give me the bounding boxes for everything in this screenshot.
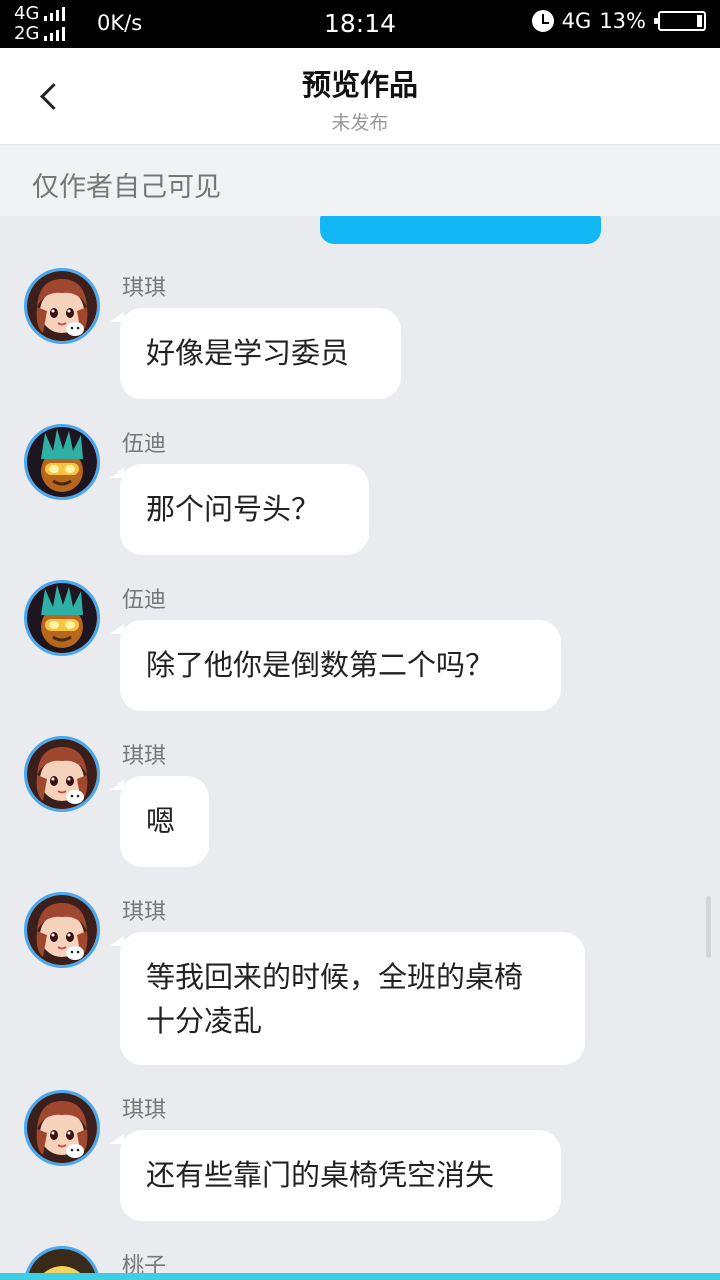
visibility-notice-text: 仅作者自己可见 [32, 172, 221, 203]
scrollbar[interactable] [706, 896, 711, 958]
sender-name: 琪琪 [122, 744, 167, 769]
alarm-icon [531, 10, 554, 32]
sender-name: 桃子 [122, 1254, 167, 1274]
taozi-avatar[interactable] [24, 1246, 100, 1274]
header: 预览作品 未发布 [0, 48, 720, 144]
message-bubble[interactable]: 还有些靠门的桌椅凭空消失 [110, 1130, 561, 1221]
page-title: 预览作品 [301, 68, 418, 102]
status-right: 4G 13% [531, 9, 706, 33]
qiqi-avatar[interactable] [24, 892, 100, 968]
message-bubble[interactable]: 除了他你是倒数第二个吗？ [110, 620, 561, 711]
wudi-avatar[interactable] [24, 580, 100, 656]
qiqi-avatar[interactable] [24, 1090, 100, 1166]
sender-name: 伍迪 [122, 432, 167, 457]
message-bubble[interactable]: 等我回来的时候，全班的桌椅十分凌乱 [110, 932, 585, 1065]
sender-name: 琪琪 [122, 900, 167, 925]
sender-name: 琪琪 [122, 1098, 167, 1123]
qiqi-avatar[interactable] [24, 268, 100, 344]
wudi-avatar[interactable] [24, 424, 100, 500]
chat-list[interactable]: 琪琪 好像是学习委员 伍迪 那个问号头？ 伍迪 除了他你是倒数第二个吗？ 琪琪 … [0, 216, 720, 1274]
sender-name: 伍迪 [122, 588, 167, 613]
network-right-label: 4G [561, 9, 592, 33]
bottom-accent-bar [0, 1273, 720, 1280]
message-bubble[interactable]: 嗯 [110, 776, 209, 867]
battery-icon [654, 11, 706, 31]
battery-level [697, 15, 702, 27]
sender-name: 琪琪 [122, 276, 167, 301]
message-bubble[interactable]: 好像是学习委员 [110, 308, 401, 399]
page-subtitle: 未发布 [331, 112, 389, 134]
qiqi-avatar[interactable] [24, 736, 100, 812]
status-bar: 4G 2G 0K/s 18:14 4G 13% [0, 0, 720, 48]
message-bubble-partial [320, 216, 601, 244]
battery-percent: 13% [599, 9, 646, 33]
message-bubble[interactable]: 那个问号头？ [110, 464, 369, 555]
visibility-notice: 仅作者自己可见 [0, 144, 720, 216]
